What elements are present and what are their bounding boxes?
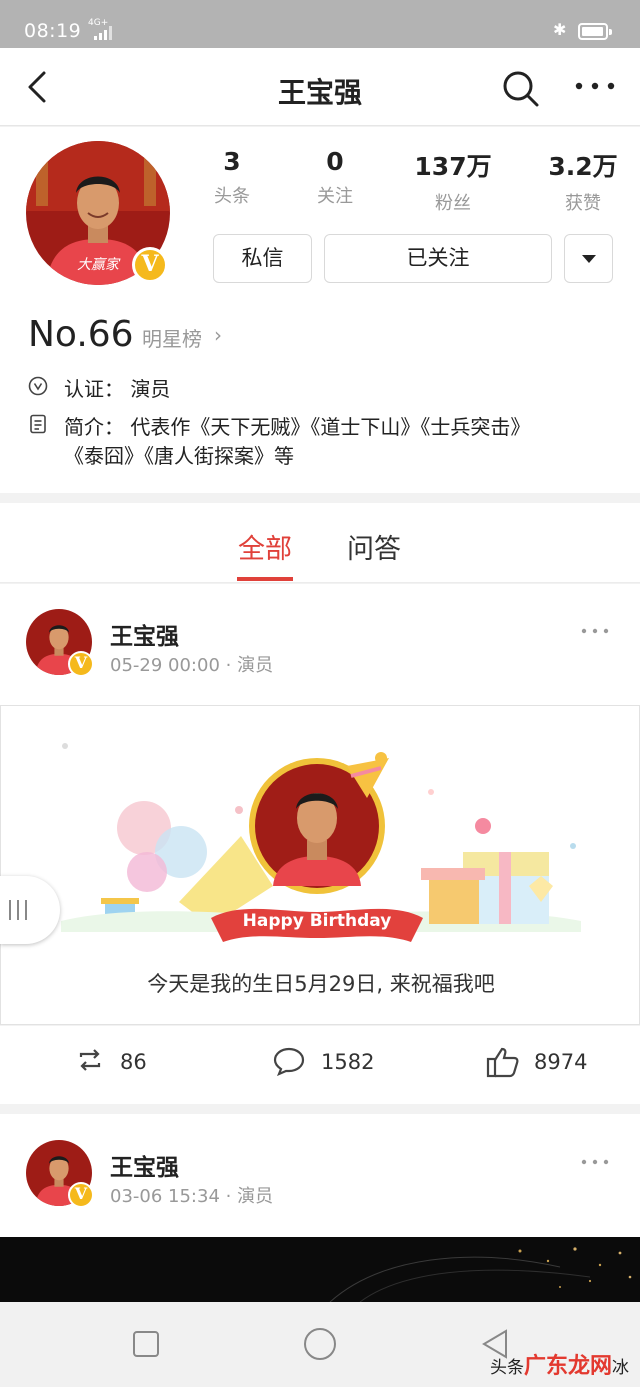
status-bar: 08:19 4G+ ✱: [0, 0, 640, 48]
verification-text: 认证： 演员: [64, 377, 171, 401]
recent-apps-icon[interactable]: [133, 1331, 159, 1357]
thumbs-up-icon: [486, 1047, 519, 1078]
stat-value: 3.2万: [548, 152, 618, 181]
follow-button[interactable]: 已关注: [324, 234, 552, 283]
stat-value: 137万: [414, 152, 492, 181]
banner-text: Happy Birthday: [243, 911, 392, 931]
verified-circle-icon: [28, 376, 48, 396]
rank-list-link[interactable]: 明星榜: [142, 323, 202, 352]
chevron-right-icon[interactable]: ›: [214, 323, 222, 347]
home-icon[interactable]: [304, 1328, 336, 1360]
post-caption: 今天是我的生日5月29日, 来祝福我吧: [147, 972, 495, 996]
verified-badge-icon: V: [132, 247, 168, 283]
repost-button[interactable]: 86: [76, 1049, 156, 1080]
watermark-prefix: 头条: [490, 1358, 524, 1378]
stat-value: 0: [326, 147, 344, 176]
message-button[interactable]: 私信: [213, 234, 312, 283]
intro-text-2: 《泰囧》《唐人街探案》等: [64, 444, 294, 468]
watermark-brand: 广东龙网: [524, 1354, 613, 1379]
status-time: 08:19: [24, 20, 82, 42]
battery-icon: [578, 23, 612, 40]
post-meta: 03-06 15:34 · 演员: [110, 1186, 274, 1207]
post-meta: 05-29 00:00 · 演员: [110, 655, 274, 676]
watermark: 头条广东龙网冰: [490, 1348, 629, 1380]
birthday-illustration: Happy Birthday: [61, 743, 581, 942]
active-tab-indicator: [237, 577, 293, 581]
post-item[interactable]: V 王宝强 03-06 15:34 · 演员: [0, 1114, 640, 1237]
repost-count: 86: [120, 1050, 147, 1074]
tab-qa[interactable]: 问答: [347, 527, 401, 566]
post-more-icon[interactable]: [580, 1157, 610, 1167]
repost-icon: [79, 1049, 101, 1071]
stat-label: 头条: [214, 186, 250, 207]
tab-all[interactable]: 全部: [238, 527, 292, 566]
profile-header: 大赢家 V 3 头条 0 关注 137万 粉丝 3.2万 获赞 私信 已关注 N…: [0, 127, 640, 493]
search-icon[interactable]: [500, 68, 540, 108]
intro-row: 简介： 代表作《天下无贼》《道士下山》《士兵突击》: [28, 411, 628, 439]
stat-value: 3: [223, 147, 241, 176]
post-item[interactable]: V 王宝强 05-29 00:00 · 演员: [0, 584, 640, 705]
birthday-card[interactable]: Happy Birthday 今天是我的生日5月29日, 来祝福我吧: [0, 705, 640, 1025]
stat-following[interactable]: 0 关注: [280, 147, 390, 208]
comment-count: 1582: [321, 1050, 375, 1074]
page-title: 王宝强: [277, 76, 362, 109]
svg-text:大赢家: 大赢家: [77, 257, 121, 273]
top-nav-bar: 王宝强: [0, 48, 640, 126]
bluetooth-icon: ✱: [553, 20, 567, 39]
document-icon: [30, 414, 46, 434]
post-actions: 86 1582 8974: [0, 1026, 640, 1104]
stat-label: 粉丝: [435, 193, 471, 214]
stat-articles[interactable]: 3 头条: [177, 147, 287, 208]
like-count: 8974: [534, 1050, 588, 1074]
intro-row-continued: 《泰囧》《唐人街探案》等: [28, 440, 628, 468]
stat-followers[interactable]: 137万 粉丝: [398, 147, 508, 215]
post-author[interactable]: 王宝强: [110, 617, 179, 651]
post-media-preview[interactable]: [0, 1237, 640, 1302]
comment-bubble-icon: [273, 1047, 305, 1076]
post-more-icon[interactable]: [580, 626, 610, 636]
content-tabs: 全部 问答: [0, 503, 640, 583]
dropdown-button[interactable]: [564, 234, 613, 283]
intro-text: 简介： 代表作《天下无贼》《道士下山》《士兵突击》: [64, 415, 531, 439]
like-button[interactable]: 8974: [486, 1047, 596, 1080]
post-author[interactable]: 王宝强: [110, 1148, 179, 1182]
verified-badge-icon: V: [68, 1182, 94, 1208]
caret-down-icon: [581, 255, 596, 263]
watermark-suffix: 冰: [612, 1358, 630, 1378]
stat-likes[interactable]: 3.2万 获赞: [528, 147, 638, 215]
verified-badge-icon: V: [68, 651, 94, 677]
signal-icon: [94, 26, 116, 40]
comment-button[interactable]: 1582: [273, 1047, 383, 1080]
more-options-icon[interactable]: [574, 76, 616, 96]
stat-label: 关注: [317, 186, 353, 207]
rank-number: No.66: [28, 314, 134, 355]
stat-label: 获赞: [565, 193, 601, 214]
verification-row: 认证： 演员: [28, 373, 608, 401]
